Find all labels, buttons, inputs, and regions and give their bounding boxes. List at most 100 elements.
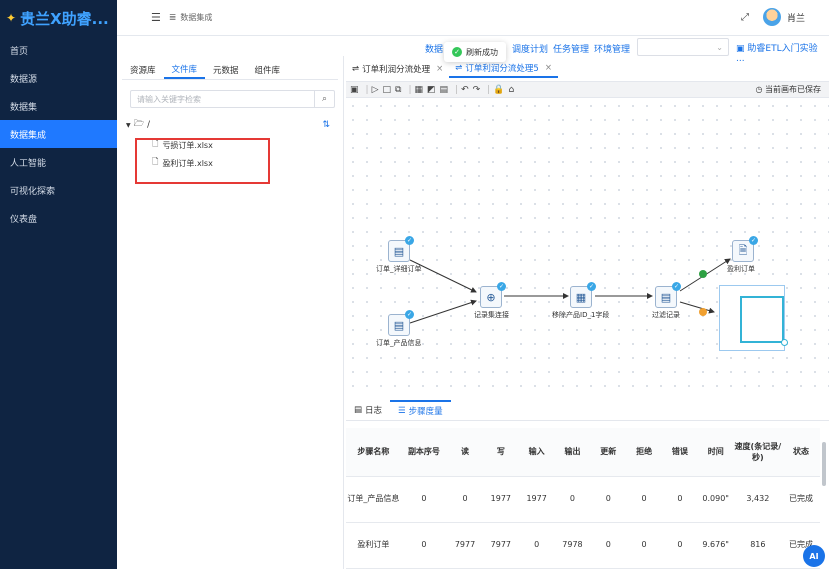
subnav-data[interactable]: 数据 — [425, 42, 443, 55]
top-header: ☰ ≣ 数据集成 ⤢ 肖兰 — [117, 0, 829, 36]
minimap[interactable] — [719, 285, 788, 351]
check-badge-icon: ✓ — [405, 310, 414, 319]
sidebar-item-visual-explore[interactable]: 可视化探索 — [0, 176, 117, 204]
table-cell: 0.090" — [697, 476, 734, 523]
run-icon[interactable]: ▷ — [372, 85, 379, 95]
column-header: 时间 — [697, 428, 734, 477]
close-icon[interactable]: × — [545, 63, 552, 73]
ai-assistant-button[interactable]: AI — [803, 545, 825, 567]
node-product-info[interactable]: ▤ ✓ — [388, 310, 414, 336]
search-box: 请输入关键字检索 ⌕ — [130, 90, 335, 108]
table-scrollbar[interactable] — [821, 440, 827, 560]
tab-file-lib[interactable]: 文件库 — [163, 60, 206, 79]
tree-root[interactable]: ▼ 🗁 / — [126, 118, 338, 132]
node-label: 记录集连接 — [474, 311, 509, 319]
sidebar-item-ai[interactable]: 人工智能 — [0, 148, 117, 176]
close-icon[interactable]: × — [436, 64, 443, 74]
search-icon[interactable]: ⌕ — [314, 91, 334, 107]
divider: | — [487, 84, 491, 95]
column-header: 拒绝 — [626, 428, 662, 477]
sparkle-logo-icon: ✦ — [6, 11, 17, 25]
lock-icon[interactable]: 🔒 — [493, 85, 504, 95]
table-cell: 0 — [554, 476, 591, 523]
minimap-resize-handle[interactable] — [781, 339, 788, 346]
node-label: 移除产品ID_1字段 — [552, 311, 610, 319]
node-label: 盈利订单 — [727, 265, 755, 273]
menu-toggle-icon[interactable]: ☰ — [151, 11, 161, 24]
filter-icon: ▤ — [660, 290, 672, 304]
file-panel: 资源库 文件库 元数据 组件库 请输入关键字检索 ⌕ ▼ 🗁 / ⇅ 🗋 亏损订… — [122, 60, 338, 569]
stop-icon[interactable]: □ — [382, 85, 391, 95]
environment-select[interactable]: ⌄ — [637, 38, 729, 56]
preview-icon[interactable]: ⧉ — [395, 85, 401, 95]
table-header-row: 步骤名称 副本序号 读 写 输入 输出 更新 拒绝 错误 时间 速度(条记录/秒… — [346, 428, 820, 477]
tab-step-metrics[interactable]: ☰ 步骤度量 — [390, 400, 451, 420]
scrollbar-thumb[interactable] — [822, 442, 826, 486]
table-cell: 盈利订单 — [346, 522, 401, 569]
table-cell: 0 — [590, 476, 627, 523]
upload-icon[interactable]: ⌂ — [508, 85, 514, 95]
flow-canvas[interactable]: ▤ ✓ 订单_详细订单 ▤ ✓ 订单_产品信息 ⊕ ✓ 记录集连接 ▦ ✓ 移除… — [346, 99, 829, 397]
divider: | — [408, 84, 412, 95]
caret-down-icon[interactable]: ▼ — [126, 122, 131, 129]
node-detail-orders[interactable]: ▤ ✓ — [388, 236, 414, 262]
brand-title: 贵兰X助睿... — [20, 9, 109, 28]
grid-icon[interactable]: ▦ — [414, 85, 423, 95]
node-filter-records[interactable]: ▤ ✓ — [655, 282, 681, 308]
chart-icon[interactable]: ◩ — [427, 85, 436, 95]
step-metrics-table: 步骤名称 副本序号 读 写 输入 输出 更新 拒绝 错误 时间 速度(条记录/秒… — [346, 428, 820, 569]
avatar[interactable] — [762, 8, 781, 26]
table-cell: 1977 — [482, 476, 519, 523]
tab-component-lib[interactable]: 组件库 — [247, 60, 289, 79]
sort-icon[interactable]: ⇅ — [322, 120, 330, 130]
minimap-viewport[interactable] — [740, 296, 784, 343]
user-name[interactable]: 肖兰 — [787, 11, 805, 24]
tab-flow-2[interactable]: ⇌ 订单利润分流处理5 × — [449, 60, 558, 78]
undo-icon[interactable]: ↶ — [461, 85, 469, 95]
divider: | — [365, 84, 369, 95]
user-area: ⤢ 肖兰 — [741, 8, 805, 26]
sidebar-item-dashboard[interactable]: 仪表盘 — [0, 204, 117, 232]
sidebar-item-home[interactable]: 首页 — [0, 36, 117, 64]
table-row[interactable]: 订单_产品信息 0 0 1977 1977 0 0 0 0 0.090" 3,4… — [346, 476, 820, 523]
panel-divider[interactable] — [343, 56, 344, 569]
columns-icon: ▦ — [575, 290, 587, 304]
brand[interactable]: ✦ 贵兰X助睿... — [0, 0, 117, 36]
table-row[interactable]: 盈利订单 0 7977 7977 0 7978 0 0 0 9.676" 816… — [346, 522, 820, 569]
save-icon[interactable]: ▣ — [350, 85, 359, 95]
book-icon: ▣ — [736, 44, 745, 54]
connector-line — [679, 301, 715, 314]
node-record-join[interactable]: ⊕ ✓ — [480, 282, 506, 308]
bottom-tabs: ▤ 日志 ☰ 步骤度量 — [346, 400, 829, 421]
toast-message: ✓ 刷新成功 — [444, 42, 506, 62]
subnav-schedule[interactable]: 调度计划 — [512, 42, 548, 55]
node-remove-field[interactable]: ▦ ✓ — [570, 282, 596, 308]
sidebar-item-data-integration[interactable]: 数据集成 — [0, 120, 117, 148]
tab-label: 日志 — [365, 406, 383, 416]
subnav-env-manage[interactable]: 环境管理 — [594, 42, 630, 55]
table-cell: 7977 — [447, 522, 483, 569]
tab-flow-1[interactable]: ⇌ 订单利润分流处理 × — [346, 60, 449, 78]
fullscreen-icon[interactable]: ⤢ — [741, 12, 749, 23]
table-input-icon: ▤ — [393, 318, 405, 332]
tab-resource-lib[interactable]: 资源库 — [122, 60, 164, 79]
tab-log[interactable]: ▤ 日志 — [346, 400, 390, 420]
chevron-down-icon: ⌄ — [716, 42, 723, 52]
table-cell: 0 — [661, 476, 698, 523]
subnav-task-manage[interactable]: 任务管理 — [553, 42, 589, 55]
tab-label: 订单利润分流处理5 — [465, 64, 539, 74]
flow-icon: ⇌ — [455, 63, 463, 73]
layout-icon[interactable]: ▤ — [440, 85, 449, 95]
table-cell: 0 — [400, 522, 448, 569]
check-badge-icon: ✓ — [587, 282, 596, 291]
redo-icon[interactable]: ↷ — [473, 85, 481, 95]
node-profit-orders[interactable]: 🗎 ✓ — [732, 236, 758, 262]
sidebar: ✦ 贵兰X助睿... 首页 数据源 数据集 数据集成 人工智能 可视化探索 仪表… — [0, 0, 117, 569]
search-input[interactable]: 请输入关键字检索 — [131, 94, 314, 105]
sidebar-item-datasource[interactable]: 数据源 — [0, 64, 117, 92]
column-header: 副本序号 — [400, 428, 448, 477]
tab-label: 订单利润分流处理 — [362, 65, 431, 75]
tab-metadata[interactable]: 元数据 — [205, 60, 247, 79]
sidebar-item-dataset[interactable]: 数据集 — [0, 92, 117, 120]
save-status-text: 当前画布已保存 — [765, 85, 821, 94]
